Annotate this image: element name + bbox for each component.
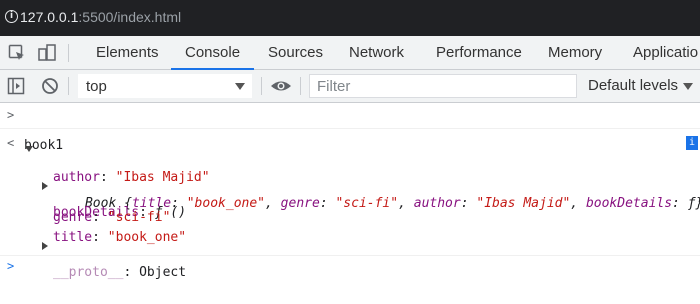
log-levels-dropdown[interactable]: Default levels xyxy=(588,77,678,94)
url-text[interactable]: 127.0.0.1:5500/index.html xyxy=(20,9,181,25)
input-chevron-icon: > xyxy=(7,108,15,122)
filter-placeholder: Filter xyxy=(317,78,351,95)
expand-triangle-icon[interactable] xyxy=(42,182,48,190)
expand-triangle-icon[interactable] xyxy=(42,242,48,250)
tab-console[interactable]: Console xyxy=(170,36,255,70)
expand-triangle-icon[interactable] xyxy=(25,145,33,152)
filter-input[interactable]: Filter xyxy=(309,74,577,98)
console-output: > book1 < Book {title: "book_one", genre… xyxy=(0,103,700,280)
tab-elements[interactable]: Elements xyxy=(96,36,159,69)
tab-application[interactable]: Applicatio xyxy=(633,36,698,69)
tab-memory[interactable]: Memory xyxy=(548,36,602,69)
tab-performance[interactable]: Performance xyxy=(436,36,522,69)
prompt-chevron-icon: > xyxy=(7,259,15,273)
address-bar[interactable]: i 127.0.0.1:5500/index.html xyxy=(0,0,700,36)
row-divider xyxy=(0,128,700,129)
console-prompt[interactable]: > xyxy=(0,259,700,304)
eye-icon[interactable] xyxy=(270,77,292,95)
info-badge-icon[interactable]: i xyxy=(686,136,698,150)
result-chevron-icon: < xyxy=(7,136,15,150)
toolbar-divider xyxy=(68,44,69,62)
tab-network[interactable]: Network xyxy=(349,36,404,69)
tab-sources[interactable]: Sources xyxy=(268,36,323,69)
info-icon[interactable]: i xyxy=(5,10,18,23)
chevron-down-icon xyxy=(235,83,245,90)
clear-console-icon[interactable] xyxy=(41,77,59,95)
chevron-down-icon[interactable] xyxy=(683,83,693,90)
console-toolbar: top Filter Default levels xyxy=(0,70,700,103)
devtools-tab-strip: Elements Console Sources Network Perform… xyxy=(0,36,700,70)
sidebar-toggle-icon[interactable] xyxy=(7,77,25,95)
device-toolbar-icon[interactable] xyxy=(38,44,56,62)
toolbar-divider xyxy=(68,77,69,95)
context-value: top xyxy=(86,78,107,95)
toolbar-divider xyxy=(261,77,262,95)
toolbar-divider xyxy=(300,77,301,95)
inspect-element-icon[interactable] xyxy=(8,44,26,62)
row-divider xyxy=(0,255,700,256)
context-selector[interactable]: top xyxy=(78,74,252,98)
